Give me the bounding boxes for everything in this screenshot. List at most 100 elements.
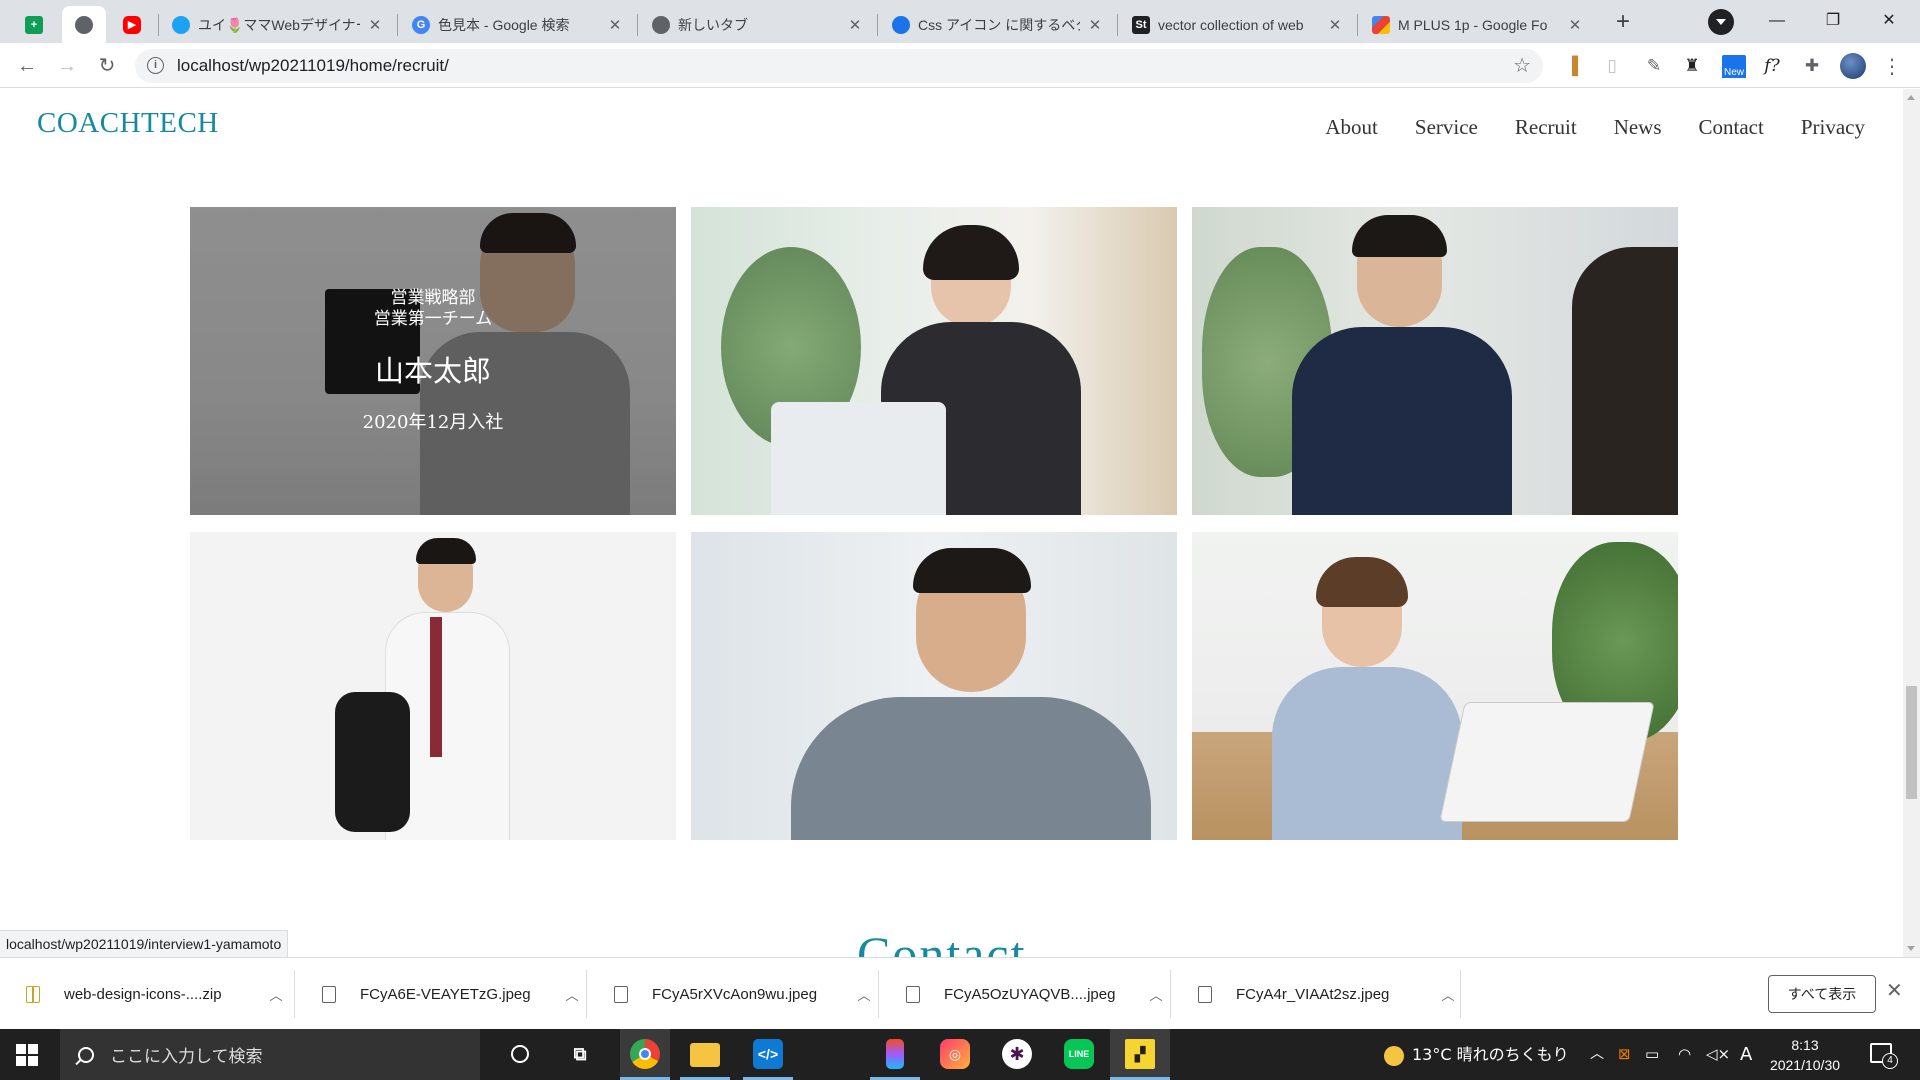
close-icon[interactable]: ✕ <box>1886 978 1903 1003</box>
extension-new-icon[interactable]: New <box>1718 54 1750 78</box>
download-item[interactable]: web-design-icons-....zip ︿ <box>0 968 291 1020</box>
address-url[interactable]: localhost/wp20211019/home/recruit/ <box>177 49 449 83</box>
chevron-up-icon[interactable]: ︿ <box>1141 985 1171 1004</box>
back-button[interactable]: ← <box>12 51 42 81</box>
interview-card-2[interactable] <box>691 207 1177 515</box>
nav-news[interactable]: News <box>1614 115 1662 140</box>
site-nav: About Service Recruit News Contact Priva… <box>1325 115 1865 140</box>
extension-eyedropper-icon[interactable]: ✎ <box>1642 54 1666 78</box>
show-all-downloads-button[interactable]: すべて表示 <box>1768 975 1876 1013</box>
nav-recruit[interactable]: Recruit <box>1515 115 1577 140</box>
file-icon <box>906 985 920 1003</box>
address-bar[interactable]: i localhost/wp20211019/home/recruit/ ☆ <box>135 49 1543 83</box>
vscode-icon[interactable]: </> <box>753 1039 783 1069</box>
creative-cloud-icon[interactable]: ◎ <box>940 1039 970 1069</box>
extension-fonts-icon[interactable]: f? <box>1760 54 1784 78</box>
close-icon[interactable]: ✕ <box>846 16 864 34</box>
youtube-icon: ▶ <box>123 15 141 34</box>
tab-css-icons[interactable]: Css アイコン に関するベクタ ✕ <box>880 6 1116 43</box>
new-badge: New <box>1721 66 1746 78</box>
tab-vector-collection[interactable]: St vector collection of web ✕ <box>1120 6 1356 43</box>
google-fonts-icon <box>1372 15 1390 34</box>
nav-about[interactable]: About <box>1325 115 1378 140</box>
interview-card-5[interactable] <box>691 532 1177 840</box>
tab-pinned-sheets[interactable]: + <box>14 6 54 43</box>
tab-separator <box>397 14 398 36</box>
chrome-icon <box>652 15 670 34</box>
nav-contact[interactable]: Contact <box>1699 115 1764 140</box>
menu-kebab-icon[interactable]: ⋮ <box>1880 54 1904 78</box>
tab-google-search[interactable]: G 色見本 - Google 検索 ✕ <box>400 6 636 43</box>
speaker-muted-icon[interactable]: ◁× <box>1706 1029 1730 1080</box>
notification-center-icon[interactable]: 4 <box>1870 1043 1898 1069</box>
tab-title: 新しいタブ <box>678 16 748 33</box>
chevron-up-icon[interactable]: ︿ <box>557 985 587 1004</box>
chevron-up-icon[interactable]: ︿ <box>261 985 291 1004</box>
extensions-puzzle-icon[interactable]: ✚ <box>1800 54 1824 78</box>
tab-separator <box>877 14 878 36</box>
chrome-icon[interactable] <box>630 1039 660 1069</box>
line-icon[interactable]: LINE <box>1064 1039 1094 1069</box>
page-scrollbar[interactable] <box>1903 89 1920 957</box>
tab-separator <box>1357 14 1358 36</box>
taskbar-clock[interactable]: 8:13 2021/10/30 <box>1762 1035 1848 1075</box>
tab-search-button[interactable] <box>1708 9 1734 35</box>
tray-chevron-up-icon[interactable]: ︿ <box>1590 1029 1604 1080</box>
download-item[interactable]: FCyA4r_VIAAt2sz.jpeg ︿ <box>1172 968 1463 1020</box>
slack-icon[interactable]: ✱ <box>1002 1039 1032 1069</box>
tab-new-tab[interactable]: 新しいタブ ✕ <box>640 6 876 43</box>
file-explorer-icon[interactable] <box>690 1043 720 1067</box>
cortana-icon[interactable] <box>505 1039 535 1069</box>
interview-card-3[interactable] <box>1192 207 1678 515</box>
figma-icon[interactable] <box>886 1039 904 1069</box>
extension-stamp-icon[interactable]: ♜ <box>1680 54 1704 78</box>
wifi-icon[interactable]: ◠ <box>1678 1029 1691 1080</box>
minimize-button[interactable]: — <box>1754 6 1800 36</box>
download-filename: FCyA6E-VEAYETzG.jpeg <box>360 985 531 1003</box>
tab-youtube[interactable]: ▶ <box>110 6 154 43</box>
tab-twitter[interactable]: ユイ🌷ママWebデザイナー/ ✕ <box>160 6 396 43</box>
scroll-down-arrow[interactable] <box>1907 946 1915 951</box>
nav-privacy[interactable]: Privacy <box>1801 115 1865 140</box>
site-logo[interactable]: COACHTECH <box>37 107 219 140</box>
close-icon[interactable]: ✕ <box>1326 16 1344 34</box>
interview-card-4[interactable] <box>190 532 676 840</box>
windows-start-icon[interactable] <box>16 1044 38 1066</box>
extension-ruler-icon[interactable]: ▐ <box>1560 54 1584 78</box>
page-viewport: COACHTECH About Service Recruit News Con… <box>0 89 1903 957</box>
download-item[interactable]: FCyA5OzUYAQVB....jpeg ︿ <box>880 968 1171 1020</box>
ime-indicator[interactable]: A <box>1740 1029 1752 1080</box>
taskbar-search-box[interactable]: ここに入力して検索 <box>60 1029 480 1080</box>
close-icon[interactable]: ✕ <box>366 16 384 34</box>
reload-button[interactable]: ↻ <box>92 51 122 81</box>
forward-button[interactable]: → <box>52 51 82 81</box>
download-item[interactable]: FCyA6E-VEAYETzG.jpeg ︿ <box>296 968 587 1020</box>
download-filename: FCyA5rXVcAon9wu.jpeg <box>652 985 818 1003</box>
tab-active[interactable] <box>62 6 106 43</box>
info-icon[interactable]: i <box>147 57 164 74</box>
interview-card-1[interactable]: 営業戦略部 営業第一チーム 山本太郎 2020年12月入社 <box>190 207 676 515</box>
weather-widget[interactable]: 13°C 晴れのちくもり <box>1384 1029 1569 1080</box>
scroll-up-arrow[interactable] <box>1907 95 1915 100</box>
battery-icon[interactable]: ▭ <box>1645 1029 1659 1080</box>
bookmark-star-icon[interactable]: ☆ <box>1513 53 1531 78</box>
profile-avatar[interactable] <box>1840 53 1866 79</box>
interview-join-date: 2020年12月入社 <box>362 412 504 433</box>
interview-card-6[interactable] <box>1192 532 1678 840</box>
download-item[interactable]: FCyA5rXVcAon9wu.jpeg ︿ <box>588 968 879 1020</box>
scroll-thumb[interactable] <box>1906 686 1917 799</box>
close-icon[interactable]: ✕ <box>1566 16 1584 34</box>
sticky-notes-icon[interactable]: ▞ <box>1125 1039 1155 1069</box>
close-icon[interactable]: ✕ <box>1086 16 1104 34</box>
task-view-icon[interactable]: ⧉ <box>565 1039 595 1069</box>
nav-service[interactable]: Service <box>1415 115 1478 140</box>
close-icon[interactable]: ✕ <box>606 16 624 34</box>
chevron-up-icon[interactable]: ︿ <box>1433 985 1463 1004</box>
close-window-button[interactable]: ✕ <box>1866 6 1912 36</box>
new-tab-button[interactable]: + <box>1607 8 1639 36</box>
extension-bookmark-icon[interactable]: ▯ <box>1600 54 1624 78</box>
restore-button[interactable]: ❐ <box>1810 6 1856 36</box>
tray-app-icon[interactable]: ⊠ <box>1618 1029 1631 1080</box>
tab-google-fonts[interactable]: M PLUS 1p - Google Fo ✕ <box>1360 6 1596 43</box>
chevron-up-icon[interactable]: ︿ <box>849 985 879 1004</box>
